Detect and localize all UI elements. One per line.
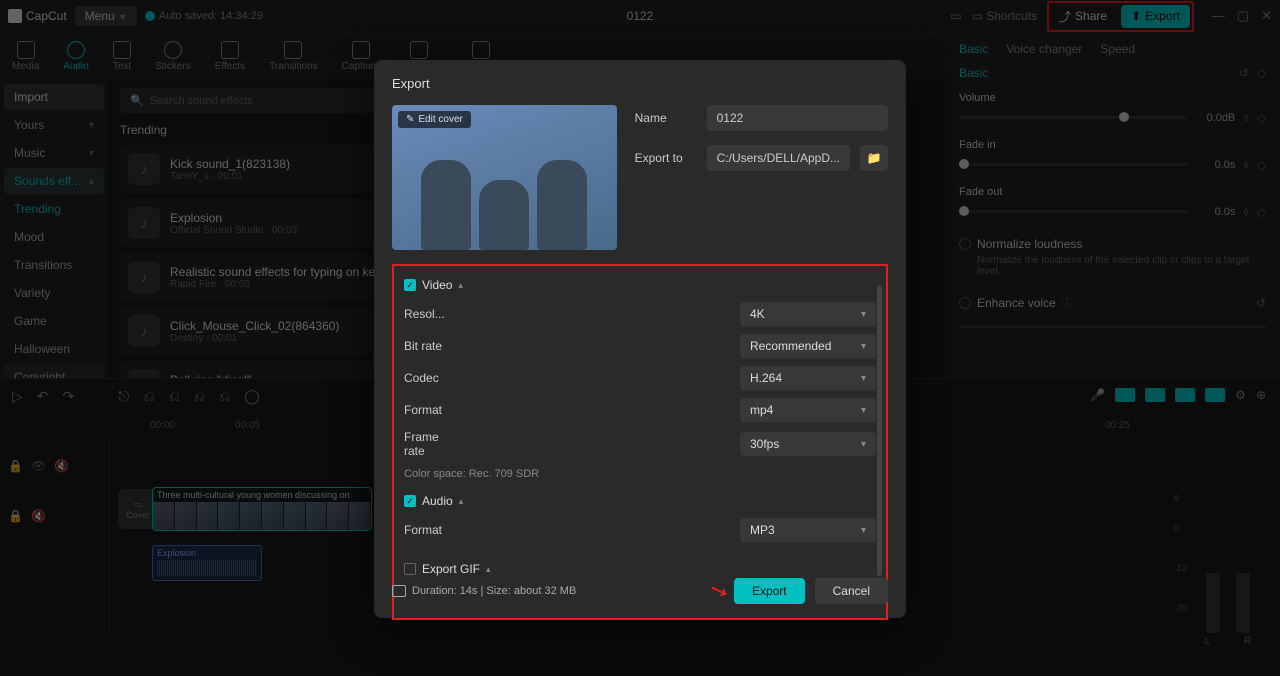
folder-icon[interactable]: 📁 <box>860 145 888 171</box>
resolution-label: Resol... <box>404 307 462 321</box>
codec-dropdown[interactable]: H.264▾ <box>740 366 876 390</box>
gif-section-toggle[interactable]: Export GIF ▴ <box>404 562 876 576</box>
film-icon <box>392 585 406 597</box>
export-to-label: Export to <box>635 151 697 165</box>
scrollbar[interactable] <box>877 286 882 576</box>
framerate-dropdown[interactable]: 30fps▾ <box>740 432 876 456</box>
export-confirm-button[interactable]: Export <box>734 578 805 604</box>
checkbox-unchecked-icon <box>404 563 416 575</box>
modal-title: Export <box>392 76 888 91</box>
cover-preview: ✎ Edit cover <box>392 105 617 250</box>
name-label: Name <box>635 111 697 125</box>
bitrate-label: Bit rate <box>404 339 462 353</box>
audio-format-dropdown[interactable]: MP3▾ <box>740 518 876 542</box>
annotation-arrow: ➘ <box>706 576 732 607</box>
audio-format-label: Format <box>404 523 462 537</box>
format-dropdown[interactable]: mp4▾ <box>740 398 876 422</box>
name-input[interactable]: 0122 <box>707 105 888 131</box>
colorspace-info: Color space: Rec. 709 SDR <box>404 468 876 480</box>
export-options-highlight: ✓Video ▴ Resol... 4K▾ Bit rate Recommended… <box>392 264 888 620</box>
audio-section-toggle[interactable]: ✓Audio ▴ <box>404 494 876 508</box>
export-path-input[interactable]: C:/Users/DELL/AppD... <box>707 145 850 171</box>
format-label: Format <box>404 403 462 417</box>
resolution-dropdown[interactable]: 4K▾ <box>740 302 876 326</box>
bitrate-dropdown[interactable]: Recommended▾ <box>740 334 876 358</box>
export-modal: Export ✎ Edit cover Name 0122 Export to … <box>374 60 906 618</box>
checkbox-checked-icon: ✓ <box>404 279 416 291</box>
duration-info: Duration: 14s | Size: about 32 MB <box>392 585 576 597</box>
cancel-button[interactable]: Cancel <box>815 578 888 604</box>
framerate-label: Frame rate <box>404 430 462 458</box>
checkbox-checked-icon: ✓ <box>404 495 416 507</box>
codec-label: Codec <box>404 371 462 385</box>
video-section-toggle[interactable]: ✓Video ▴ <box>404 278 876 292</box>
